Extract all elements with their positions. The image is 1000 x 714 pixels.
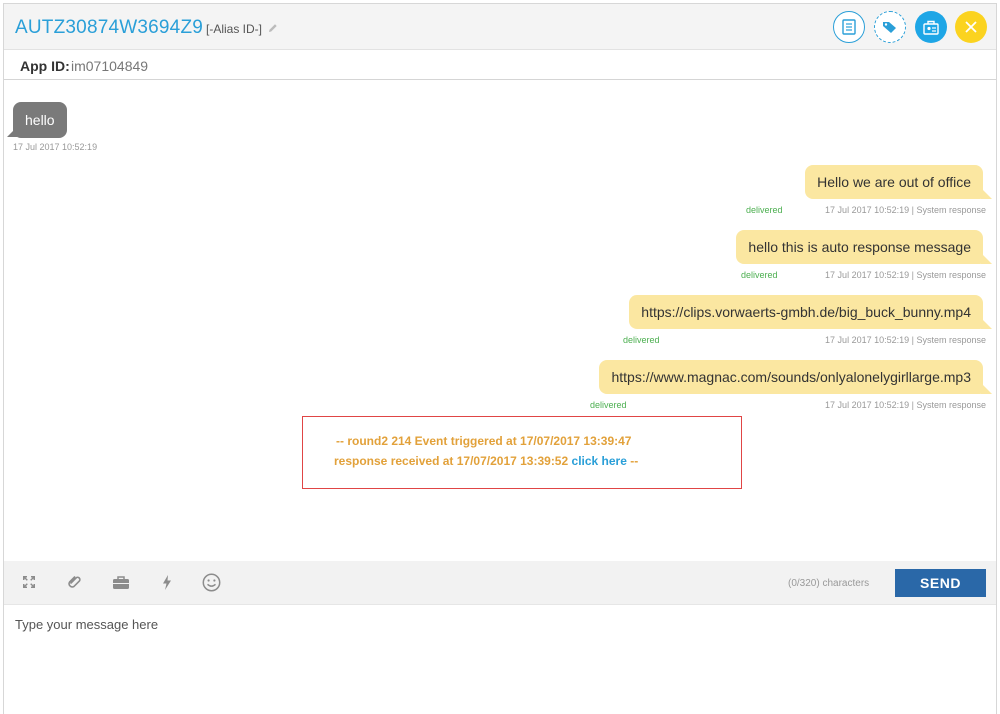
- outgoing-bubble-tail: [981, 383, 992, 394]
- message-list[interactable]: hello 17 Jul 2017 10:52:19 Hello we are …: [4, 81, 996, 561]
- message-meta: 17 Jul 2017 10:52:19 | System response: [825, 335, 986, 345]
- expand-button[interactable]: [18, 571, 40, 593]
- emoji-button[interactable]: [200, 571, 222, 593]
- edit-pencil-icon[interactable]: [268, 23, 278, 33]
- character-counter: (0/320) characters: [788, 578, 870, 589]
- event-line-end: --: [630, 454, 639, 468]
- outgoing-message[interactable]: https://clips.vorwaerts-gmbh.de/big_buck…: [629, 295, 983, 329]
- expand-icon: [23, 576, 35, 588]
- tags-icon: [883, 22, 896, 33]
- event-triggered-text: -- round2 214 Event triggered at 17/07/2…: [336, 434, 632, 448]
- outgoing-message: hello this is auto response message: [736, 230, 983, 264]
- outgoing-bubble-tail: [981, 253, 992, 264]
- send-button[interactable]: SEND: [895, 569, 986, 597]
- outgoing-bubble-tail: [981, 188, 992, 199]
- attachment-icon: [68, 576, 81, 588]
- contact-card-icon: [923, 20, 939, 35]
- tags-button[interactable]: [874, 11, 906, 43]
- incoming-message-time: 17 Jul 2017 10:52:19: [13, 142, 98, 152]
- quick-reply-button[interactable]: [156, 571, 178, 593]
- close-button[interactable]: [955, 11, 987, 43]
- app-id-bar: App ID: im07104849: [4, 50, 996, 80]
- message-status: delivered: [623, 335, 660, 345]
- templates-button[interactable]: [110, 571, 132, 593]
- emoji-icon: [202, 573, 220, 591]
- outgoing-message: Hello we are out of office: [805, 165, 983, 199]
- notes-button[interactable]: [833, 11, 865, 43]
- contact-card-button[interactable]: [915, 11, 947, 43]
- message-status: delivered: [746, 205, 783, 215]
- click-here-link[interactable]: click here: [572, 454, 627, 468]
- app-id-label: App ID:: [20, 58, 70, 74]
- message-status: delivered: [590, 400, 627, 410]
- outgoing-message[interactable]: https://www.magnac.com/sounds/onlyalonel…: [599, 360, 983, 394]
- alias-id-label[interactable]: [-Alias ID-]: [206, 22, 262, 36]
- message-input[interactable]: [4, 605, 996, 714]
- close-icon: [965, 21, 977, 33]
- chat-window: AUTZ30874W3694Z9 [-Alias ID-] App ID: im…: [3, 3, 997, 714]
- message-meta: 17 Jul 2017 10:52:19 | System response: [825, 205, 986, 215]
- contact-id: AUTZ30874W3694Z9: [15, 17, 204, 38]
- event-response-line: response received at 17/07/2017 13:39:52…: [334, 454, 638, 468]
- composer: [4, 604, 996, 714]
- app-id-value: im07104849: [71, 58, 149, 74]
- briefcase-icon: [113, 575, 129, 589]
- message-meta: 17 Jul 2017 10:52:19 | System response: [825, 400, 986, 410]
- event-notice: -- round2 214 Event triggered at 17/07/2…: [302, 416, 742, 489]
- flash-icon: [163, 574, 171, 590]
- event-response-text: response received at 17/07/2017 13:39:52: [334, 454, 569, 468]
- outgoing-bubble-tail: [981, 318, 992, 329]
- chat-header: AUTZ30874W3694Z9 [-Alias ID-]: [4, 4, 996, 50]
- incoming-message: hello: [13, 102, 67, 138]
- composer-toolbar: (0/320) characters SEND: [4, 561, 996, 604]
- attachment-button[interactable]: [64, 571, 86, 593]
- notes-icon: [842, 19, 856, 35]
- message-meta: 17 Jul 2017 10:52:19 | System response: [825, 270, 986, 280]
- message-status: delivered: [741, 270, 778, 280]
